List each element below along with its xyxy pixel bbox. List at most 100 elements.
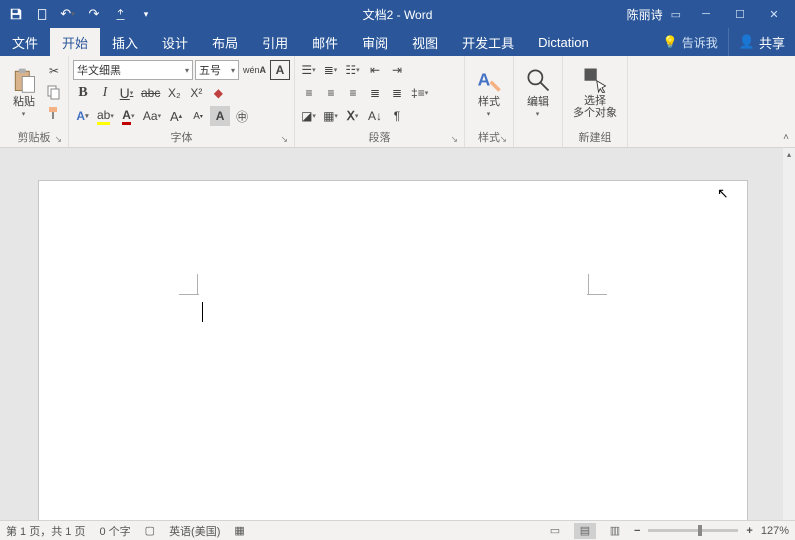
asian-layout-icon[interactable]: Ⅹ▾ bbox=[343, 106, 363, 126]
tell-me-search[interactable]: 💡 告诉我 bbox=[653, 28, 728, 56]
bold-button[interactable]: B bbox=[73, 83, 93, 103]
maximize-icon[interactable]: ☐ bbox=[723, 2, 757, 26]
new-icon[interactable] bbox=[30, 2, 54, 26]
styles-button[interactable]: A 样式 ▾ bbox=[469, 59, 509, 125]
touch-mode-icon[interactable] bbox=[108, 2, 132, 26]
dialog-launcher-icon[interactable]: ↘ bbox=[280, 132, 288, 146]
close-icon[interactable]: ✕ bbox=[757, 2, 791, 26]
subscript-button[interactable]: X₂ bbox=[164, 83, 184, 103]
svg-text:A: A bbox=[478, 69, 491, 89]
status-proof-icon[interactable]: ▢ bbox=[145, 524, 155, 537]
paste-button[interactable]: 粘贴 ▾ bbox=[4, 59, 44, 125]
shrink-font-icon[interactable]: A▾ bbox=[188, 106, 208, 126]
increase-indent-icon[interactable]: ⇥ bbox=[387, 60, 407, 80]
bullets-icon[interactable]: ☰▾ bbox=[299, 60, 319, 80]
change-case-icon[interactable]: Aa▾ bbox=[141, 106, 164, 126]
user-name[interactable]: 陈丽诗 bbox=[627, 6, 663, 23]
grow-font-icon[interactable]: A▴ bbox=[166, 106, 186, 126]
tab-dictation[interactable]: Dictation bbox=[526, 28, 601, 56]
group-font: 华文细黑▾ 五号▾ wénA A B I U▾ abc X₂ X² ◆ bbox=[69, 56, 295, 147]
document-page[interactable] bbox=[38, 180, 748, 520]
vertical-scrollbar[interactable]: ▴ bbox=[783, 148, 795, 520]
align-left-icon[interactable]: ≡ bbox=[299, 83, 319, 103]
char-shading-icon[interactable]: A bbox=[210, 106, 230, 126]
font-color-icon[interactable]: A▾ bbox=[119, 106, 139, 126]
undo-icon[interactable]: ↶▾ bbox=[56, 2, 80, 26]
collapse-ribbon-icon[interactable]: ˄ bbox=[783, 132, 789, 143]
align-right-icon[interactable]: ≡ bbox=[343, 83, 363, 103]
print-layout-icon[interactable]: ▤ bbox=[574, 523, 596, 539]
editing-label: 编辑 bbox=[527, 96, 549, 108]
tab-review[interactable]: 审阅 bbox=[350, 28, 400, 56]
align-justify-icon[interactable]: ≣ bbox=[365, 83, 385, 103]
font-family-combo[interactable]: 华文细黑▾ bbox=[73, 60, 193, 80]
zoom-slider[interactable] bbox=[648, 529, 738, 532]
sort-icon[interactable]: A↓ bbox=[365, 106, 385, 126]
tab-mailings[interactable]: 邮件 bbox=[300, 28, 350, 56]
save-icon[interactable] bbox=[4, 2, 28, 26]
minimize-icon[interactable]: ─ bbox=[689, 2, 723, 26]
zoom-in-icon[interactable]: + bbox=[746, 525, 752, 537]
show-marks-icon[interactable]: ¶ bbox=[387, 106, 407, 126]
status-words[interactable]: 0 个字 bbox=[99, 523, 130, 539]
highlight-icon[interactable]: ab▾ bbox=[95, 106, 117, 126]
editing-button[interactable]: 编辑 ▾ bbox=[518, 59, 558, 125]
scroll-up-icon[interactable]: ▴ bbox=[783, 148, 795, 160]
tab-home[interactable]: 开始 bbox=[50, 28, 100, 56]
enclose-char-icon[interactable]: ㊥ bbox=[232, 106, 252, 126]
paste-label: 粘贴 bbox=[13, 96, 35, 108]
qat-customize-icon[interactable]: ▾ bbox=[134, 2, 158, 26]
web-layout-icon[interactable]: ▥ bbox=[604, 523, 626, 539]
tab-insert[interactable]: 插入 bbox=[100, 28, 150, 56]
group-clipboard: 粘贴 ▾ ✂ 剪贴板↘ bbox=[0, 56, 69, 147]
cut-icon[interactable]: ✂ bbox=[44, 61, 64, 81]
copy-icon[interactable] bbox=[44, 82, 64, 102]
share-label: 共享 bbox=[759, 33, 785, 52]
clear-format-icon[interactable]: ◆ bbox=[208, 83, 228, 103]
share-button[interactable]: 👤 共享 bbox=[728, 28, 795, 56]
ribbon-tabs: 文件 开始 插入 设计 布局 引用 邮件 审阅 视图 开发工具 Dictatio… bbox=[0, 28, 795, 56]
underline-button[interactable]: U▾ bbox=[117, 83, 137, 103]
select-objects-button[interactable]: 选择 多个对象 bbox=[567, 59, 623, 125]
status-page[interactable]: 第 1 页，共 1 页 bbox=[6, 523, 85, 539]
document-area bbox=[0, 148, 795, 520]
dialog-launcher-icon[interactable]: ↘ bbox=[54, 132, 62, 146]
superscript-button[interactable]: X² bbox=[186, 83, 206, 103]
status-bar: 第 1 页，共 1 页 0 个字 ▢ 英语(美国) ▦ ▭ ▤ ▥ − + 12… bbox=[0, 520, 795, 540]
tab-layout[interactable]: 布局 bbox=[200, 28, 250, 56]
line-spacing-icon[interactable]: ‡≡▾ bbox=[409, 83, 431, 103]
tab-view[interactable]: 视图 bbox=[400, 28, 450, 56]
italic-button[interactable]: I bbox=[95, 83, 115, 103]
numbering-icon[interactable]: ≣▾ bbox=[321, 60, 341, 80]
text-effects-icon[interactable]: A▾ bbox=[73, 106, 93, 126]
multilevel-icon[interactable]: ☷▾ bbox=[343, 60, 363, 80]
tab-design[interactable]: 设计 bbox=[150, 28, 200, 56]
strikethrough-button[interactable]: abc bbox=[139, 83, 162, 103]
margin-guide bbox=[588, 274, 589, 294]
status-macro-icon[interactable]: ▦ bbox=[234, 524, 244, 537]
tab-file[interactable]: 文件 bbox=[0, 28, 50, 56]
decrease-indent-icon[interactable]: ⇤ bbox=[365, 60, 385, 80]
align-distribute-icon[interactable]: ≣ bbox=[387, 83, 407, 103]
chevron-down-icon: ▾ bbox=[22, 110, 27, 118]
zoom-out-icon[interactable]: − bbox=[634, 525, 640, 537]
redo-icon[interactable]: ↷ bbox=[82, 2, 106, 26]
ribbon: 粘贴 ▾ ✂ 剪贴板↘ 华文细黑▾ bbox=[0, 56, 795, 148]
dialog-launcher-icon[interactable]: ↘ bbox=[499, 132, 507, 146]
format-painter-icon[interactable] bbox=[44, 103, 64, 123]
read-mode-icon[interactable]: ▭ bbox=[544, 523, 566, 539]
font-size-combo[interactable]: 五号▾ bbox=[195, 60, 239, 80]
status-language[interactable]: 英语(美国) bbox=[169, 523, 220, 539]
align-center-icon[interactable]: ≡ bbox=[321, 83, 341, 103]
margin-guide bbox=[197, 274, 198, 294]
zoom-value[interactable]: 127% bbox=[761, 525, 789, 537]
borders-icon[interactable]: ▦▾ bbox=[321, 106, 341, 126]
tab-references[interactable]: 引用 bbox=[250, 28, 300, 56]
phonetic-guide-icon[interactable]: wénA bbox=[241, 60, 268, 80]
dialog-launcher-icon[interactable]: ↘ bbox=[450, 132, 458, 146]
char-border-icon[interactable]: A bbox=[270, 60, 290, 80]
shading-icon[interactable]: ◪▾ bbox=[299, 106, 319, 126]
zoom-thumb[interactable] bbox=[698, 525, 702, 536]
ribbon-display-icon[interactable]: ▭ bbox=[671, 8, 681, 21]
tab-developer[interactable]: 开发工具 bbox=[450, 28, 526, 56]
